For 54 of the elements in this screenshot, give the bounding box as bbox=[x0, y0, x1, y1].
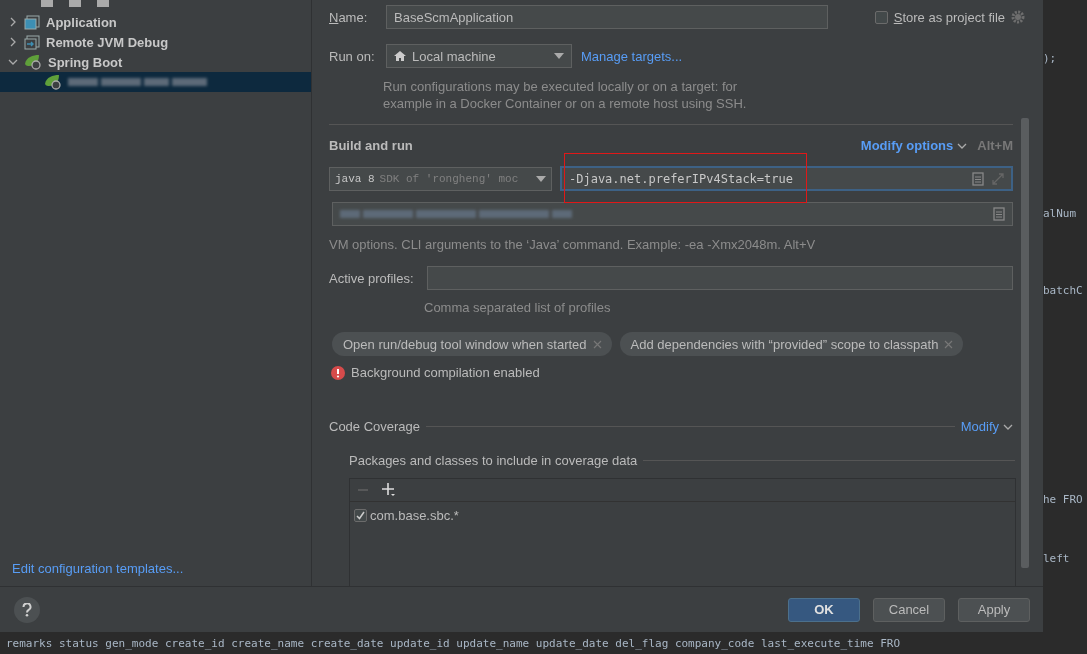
error-icon bbox=[331, 365, 345, 380]
checkbox[interactable] bbox=[874, 10, 888, 24]
option-chip[interactable]: Add dependencies with “provided” scope to classpath bbox=[619, 332, 964, 356]
dialog-button[interactable]: OK bbox=[788, 597, 860, 622]
scrollbar[interactable] bbox=[1021, 118, 1029, 568]
active-profiles-hint: Comma separated list of profiles bbox=[424, 300, 612, 315]
tree-item[interactable]: Application bbox=[0, 12, 311, 32]
plus-icon[interactable] bbox=[382, 483, 396, 497]
package-name: com.base.sbc.* bbox=[370, 508, 459, 523]
section-title: Build and run bbox=[329, 138, 413, 153]
code-fragment: he FRO bbox=[1043, 493, 1084, 506]
window-icon bbox=[24, 14, 40, 30]
tree-item[interactable] bbox=[0, 72, 311, 92]
code-fragment: alNum bbox=[1043, 207, 1078, 220]
chevron-down-icon[interactable] bbox=[1003, 422, 1013, 431]
leaf-icon bbox=[24, 54, 42, 70]
run-on-dropdown[interactable]: Local machine bbox=[386, 44, 572, 68]
templates-link[interactable]: Edit configuration templates... bbox=[0, 561, 311, 577]
shortcut-text: Alt+M bbox=[977, 138, 1013, 153]
vm-options-hint: VM options. CLI arguments to the ‘Java’ command. Example: -ea -Xmx2048m. Alt+V bbox=[329, 237, 817, 252]
code-fragment: left bbox=[1043, 552, 1071, 565]
help-button[interactable] bbox=[14, 596, 40, 623]
vm-options-field[interactable]: -Djava.net.preferIPv4Stack=true bbox=[560, 166, 1013, 191]
home-icon bbox=[394, 50, 406, 62]
help-icon[interactable] bbox=[22, 602, 32, 617]
checkbox[interactable] bbox=[354, 509, 367, 522]
run-on-description: Run configurations may be executed locally or on a target: for example in a Docker Container or on a remote host using SSH. bbox=[383, 78, 748, 112]
code-fragment: batchC bbox=[1043, 284, 1084, 297]
document-icon[interactable] bbox=[993, 207, 1005, 221]
section-title: Code Coverage bbox=[329, 419, 421, 434]
active-profiles-label: Active profiles: bbox=[329, 270, 415, 286]
packages-title: Packages and classes to include in coverage data bbox=[349, 453, 638, 468]
leaf-icon bbox=[44, 74, 62, 90]
remote-debug-icon bbox=[24, 34, 40, 50]
store-label: Store as project file bbox=[893, 9, 1005, 25]
manage-targets-link[interactable]: Manage targets... bbox=[581, 48, 683, 64]
tree-item[interactable]: Remote JVM Debug bbox=[0, 32, 311, 52]
name-label: Name: bbox=[329, 9, 369, 25]
run-on-label: Run on: bbox=[329, 48, 376, 64]
option-chip[interactable]: Open run/debug tool window when started bbox=[332, 332, 612, 356]
tree-item[interactable]: Spring Boot bbox=[0, 52, 311, 72]
dropdown-arrow-icon[interactable] bbox=[554, 53, 564, 59]
dialog-button[interactable]: Cancel bbox=[873, 597, 945, 622]
dropdown-arrow-icon[interactable] bbox=[536, 175, 546, 182]
chevron-down-icon[interactable] bbox=[8, 58, 18, 66]
warning-text: Background compilation enabled bbox=[351, 365, 540, 380]
document-icon[interactable] bbox=[972, 171, 984, 186]
code-fragment: ); bbox=[1043, 52, 1058, 65]
modify-link[interactable]: Modify bbox=[960, 419, 1013, 434]
dialog-button[interactable]: Apply bbox=[958, 597, 1030, 622]
gear-icon[interactable] bbox=[1011, 10, 1025, 24]
name-field[interactable]: BaseScmApplication bbox=[386, 5, 828, 29]
chevron-down-icon[interactable] bbox=[957, 141, 968, 150]
modify-options-link[interactable]: Modify options bbox=[860, 138, 968, 153]
